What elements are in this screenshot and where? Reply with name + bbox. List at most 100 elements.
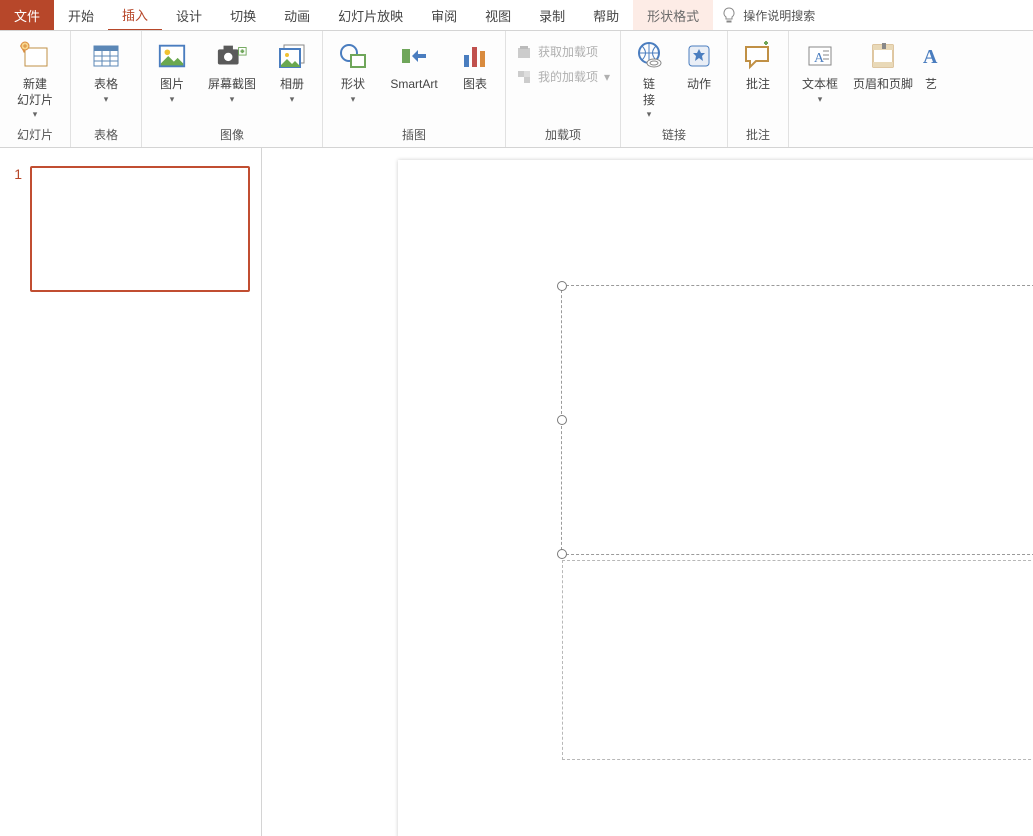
shapes-label: 形状: [341, 77, 365, 93]
header-footer-button[interactable]: 页眉和页脚: [851, 35, 915, 93]
subtitle-placeholder[interactable]: 单击此: [562, 560, 1033, 760]
resize-handle-top-left[interactable]: [557, 281, 567, 291]
chevron-down-icon: ▾: [170, 94, 175, 106]
tab-insert[interactable]: 插入: [108, 0, 162, 30]
table-label: 表格: [94, 77, 118, 93]
shapes-button[interactable]: 形状 ▾: [329, 35, 377, 105]
group-label-links: 链接: [627, 124, 721, 147]
chevron-down-icon: ▾: [351, 94, 356, 106]
new-slide-button[interactable]: 新建 幻灯片 ▾: [6, 35, 64, 121]
action-button[interactable]: 动作: [677, 35, 721, 93]
new-slide-icon: [18, 39, 52, 73]
link-label-1: 链: [643, 77, 655, 93]
wordart-button[interactable]: A 艺: [921, 35, 941, 93]
link-icon: [632, 39, 666, 73]
tab-animation[interactable]: 动画: [270, 0, 324, 30]
tab-home[interactable]: 开始: [54, 0, 108, 30]
wordart-icon: A: [914, 39, 948, 73]
new-slide-label-2: 幻灯片: [17, 93, 53, 109]
group-comments: 批注 批注: [728, 31, 789, 147]
tab-review[interactable]: 审阅: [417, 0, 471, 30]
group-label-images: 图像: [148, 124, 316, 147]
chart-button[interactable]: 图表: [451, 35, 499, 93]
slide-canvas[interactable]: 单击此: [398, 160, 1033, 836]
slide-thumbnail-panel[interactable]: 1: [0, 148, 262, 836]
smartart-icon: [397, 39, 431, 73]
screenshot-icon: [215, 39, 249, 73]
title-placeholder[interactable]: [561, 285, 1033, 555]
tab-shape-format[interactable]: 形状格式: [633, 0, 713, 30]
new-slide-label-1: 新建: [23, 77, 47, 93]
tab-help[interactable]: 帮助: [579, 0, 633, 30]
comment-icon: [741, 39, 775, 73]
header-footer-label: 页眉和页脚: [853, 77, 913, 93]
group-label-slides: 幻灯片: [6, 124, 64, 147]
slide-thumbnail-1[interactable]: [30, 166, 250, 292]
group-tables: 表格 ▾ 表格: [71, 31, 142, 147]
store-icon: [516, 44, 532, 60]
resize-handle-middle-left[interactable]: [557, 415, 567, 425]
group-slides: 新建 幻灯片 ▾ 幻灯片: [0, 31, 71, 147]
table-icon: [89, 39, 123, 73]
my-addins-button[interactable]: 我的加载项 ▾: [512, 66, 614, 87]
chevron-down-icon: ▾: [230, 94, 235, 106]
textbox-icon: A: [803, 39, 837, 73]
my-addins-label: 我的加载项: [538, 68, 598, 85]
tab-file[interactable]: 文件: [0, 0, 54, 30]
tell-me-label: 操作说明搜索: [743, 7, 815, 24]
smartart-label: SmartArt: [390, 77, 437, 93]
textbox-button[interactable]: A 文本框 ▾: [795, 35, 845, 105]
pictures-icon: [155, 39, 189, 73]
tab-view[interactable]: 视图: [471, 0, 525, 30]
action-icon: [682, 39, 716, 73]
wordart-label: 艺: [925, 77, 937, 93]
header-footer-icon: [866, 39, 900, 73]
link-button[interactable]: 链 接 ▾: [627, 35, 671, 121]
shapes-icon: [336, 39, 370, 73]
action-label: 动作: [687, 77, 711, 93]
link-label-2: 接: [643, 93, 655, 109]
get-addins-label: 获取加载项: [538, 43, 598, 60]
group-label-addins: 加载项: [512, 124, 614, 147]
group-images: 图片 ▾ 屏幕截图 ▾: [142, 31, 323, 147]
screenshot-button[interactable]: 屏幕截图 ▾: [202, 35, 262, 105]
album-label: 相册: [280, 77, 304, 93]
smartart-button[interactable]: SmartArt: [383, 35, 445, 93]
chart-label: 图表: [463, 77, 487, 93]
screenshot-label: 屏幕截图: [208, 77, 256, 93]
table-button[interactable]: 表格 ▾: [77, 35, 135, 105]
svg-text:A: A: [923, 46, 938, 68]
comment-label: 批注: [746, 77, 770, 93]
get-addins-button[interactable]: 获取加载项: [512, 41, 614, 62]
chevron-down-icon: ▾: [290, 94, 295, 106]
ribbon-insert: 新建 幻灯片 ▾ 幻灯片 表格 ▾ 表格: [0, 31, 1033, 148]
slide-canvas-area[interactable]: 单击此: [262, 148, 1033, 836]
resize-handle-bottom-left[interactable]: [557, 549, 567, 559]
chevron-down-icon: ▾: [33, 109, 38, 121]
main-area: 1 单击此: [0, 148, 1033, 836]
textbox-label: 文本框: [802, 77, 838, 93]
album-icon: [275, 39, 309, 73]
group-label-text: [795, 141, 941, 147]
pictures-button[interactable]: 图片 ▾: [148, 35, 196, 105]
tab-slideshow[interactable]: 幻灯片放映: [324, 0, 417, 30]
group-label-tables: 表格: [77, 124, 135, 147]
chevron-down-icon: ▾: [604, 70, 610, 84]
comment-button[interactable]: 批注: [734, 35, 782, 93]
group-label-comments: 批注: [734, 124, 782, 147]
tab-design[interactable]: 设计: [162, 0, 216, 30]
group-label-illustrations: 插图: [329, 124, 499, 147]
chevron-down-icon: ▾: [647, 109, 652, 121]
group-links: 链 接 ▾ 动作 链接: [621, 31, 728, 147]
tab-transition[interactable]: 切换: [216, 0, 270, 30]
menu-tabs: 文件 开始 插入 设计 切换 动画 幻灯片放映 审阅 视图 录制 帮助 形状格式…: [0, 0, 1033, 31]
chevron-down-icon: ▾: [104, 94, 109, 106]
chevron-down-icon: ▾: [818, 94, 823, 106]
chart-icon: [458, 39, 492, 73]
album-button[interactable]: 相册 ▾: [268, 35, 316, 105]
addins-icon: [516, 69, 532, 85]
tell-me-search[interactable]: 操作说明搜索: [713, 0, 823, 30]
group-addins: 获取加载项 我的加载项 ▾ 加载项: [506, 31, 621, 147]
tab-record[interactable]: 录制: [525, 0, 579, 30]
slide-number: 1: [6, 166, 22, 836]
